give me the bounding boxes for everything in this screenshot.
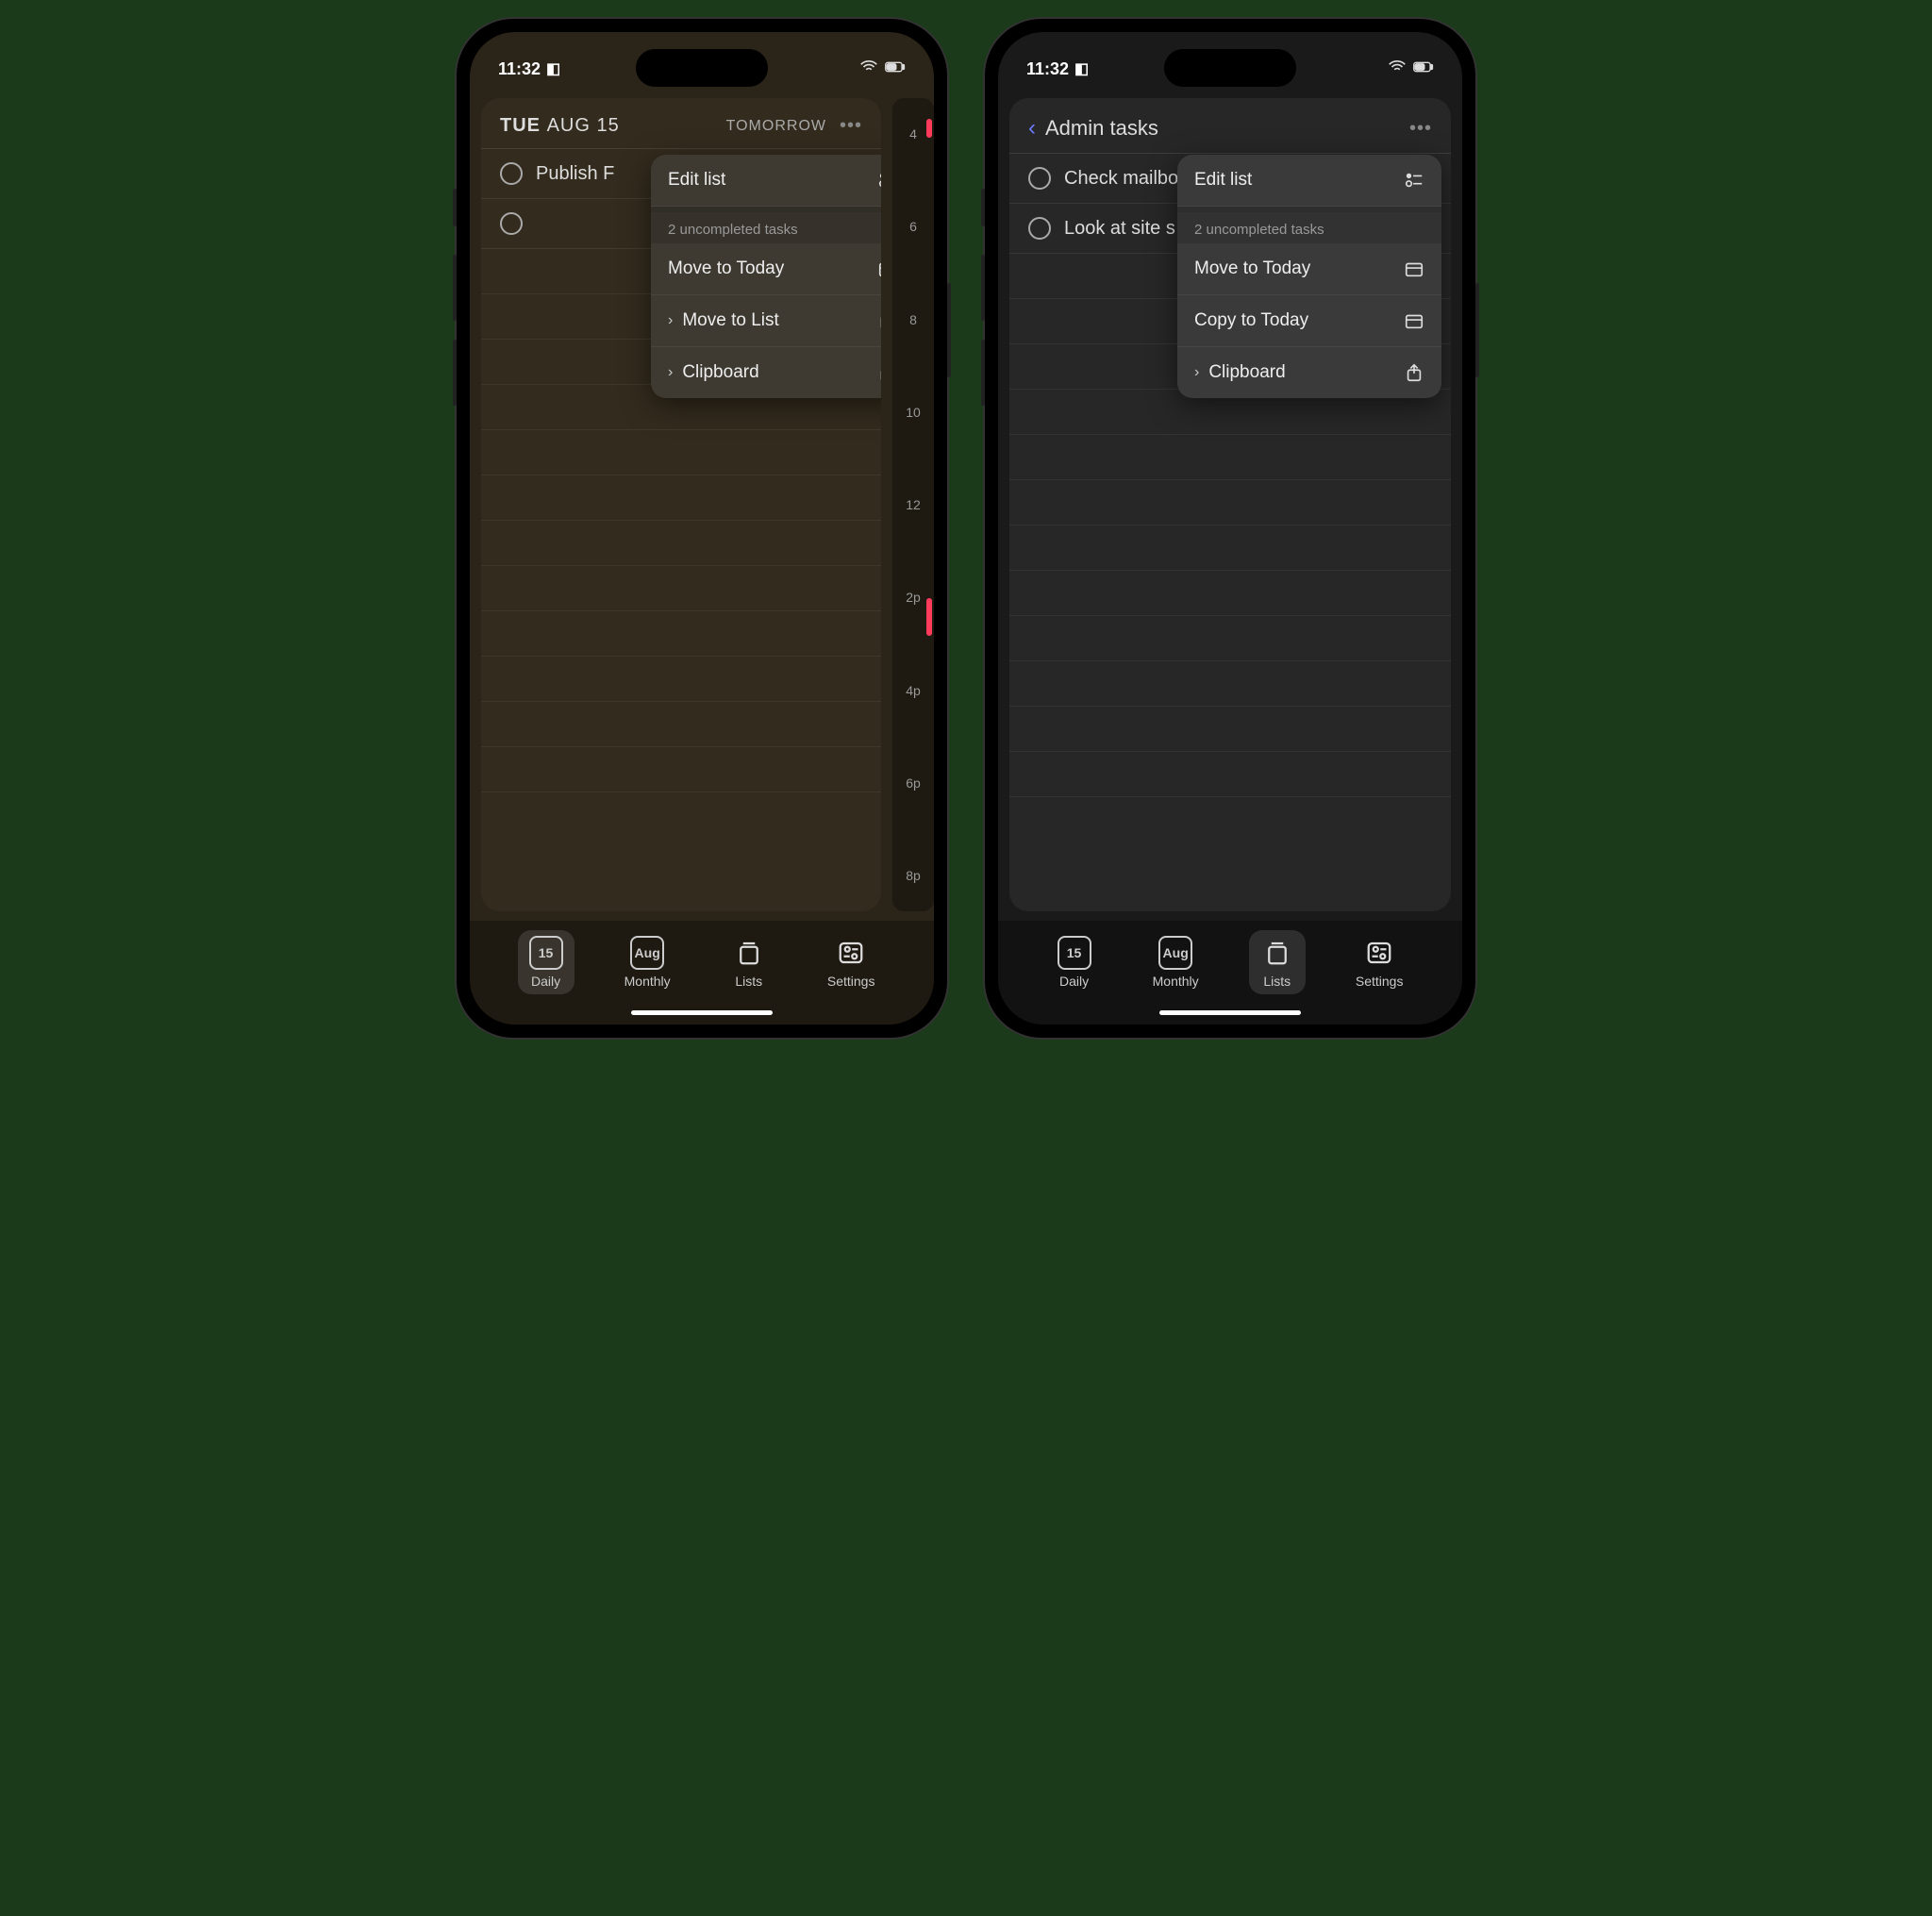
tomorrow-label[interactable]: TOMORROW [726,118,826,135]
task-checkbox[interactable] [1028,167,1051,190]
edit-list-icon [1404,170,1424,191]
more-icon[interactable]: ••• [840,115,862,137]
menu-edit-list[interactable]: Edit list [1177,155,1441,207]
context-menu: Edit list 2 uncompleted tasks Move to To… [1177,155,1441,398]
date-header: TUE AUG 15 [500,115,620,137]
power-button [947,283,951,377]
calendar-day-icon: 15 [529,936,563,970]
timeline-hour: 6p [892,775,934,791]
timeline-hour: 8p [892,868,934,883]
tab-monthly[interactable]: Aug Monthly [1141,930,1210,994]
status-time: 11:32 [498,59,541,79]
status-time: 11:32 [1026,59,1069,79]
dynamic-island [636,49,768,87]
tab-lists[interactable]: Lists [721,930,777,994]
phone-frame-right: 11:32 ◧ ‹ Admin tasks ••• [985,19,1475,1038]
timeline-hour: 4p [892,683,934,698]
today-icon [1404,258,1424,279]
timeline-hour: 12 [892,497,934,512]
more-icon[interactable]: ••• [1409,118,1432,140]
bookmark-icon: ◧ [1074,59,1089,78]
share-icon [877,362,881,383]
wifi-icon [1387,57,1407,82]
menu-copy-today[interactable]: Copy to Today [1177,295,1441,347]
phone-frame-left: 11:32 ◧ TUE AUG 15 TOMORROW [457,19,947,1038]
battery-icon [885,57,906,82]
chevron-right-icon: › [668,312,673,329]
home-indicator[interactable] [631,1010,773,1015]
settings-icon [834,936,868,970]
chevron-right-icon: › [668,364,673,381]
task-checkbox[interactable] [500,212,523,235]
settings-icon [1362,936,1396,970]
task-checkbox[interactable] [1028,217,1051,240]
task-label: Look at site s [1064,218,1175,240]
menu-move-list[interactable]: › Move to List [651,295,881,347]
calendar-month-icon: Aug [1158,936,1192,970]
menu-subheader: 2 uncompleted tasks [1177,212,1441,243]
calendar-day-icon: 15 [1058,936,1091,970]
volume-button [981,189,985,226]
tab-bar: 15 Daily Aug Monthly Lists Settings [998,921,1462,1025]
timeline-hour: 6 [892,219,934,234]
menu-clipboard[interactable]: › Clipboard [1177,347,1441,398]
back-chevron-icon[interactable]: ‹ [1028,115,1036,142]
event-marker-icon [926,598,932,636]
menu-move-today[interactable]: Move to Today [1177,243,1441,295]
bookmark-icon: ◧ [546,59,560,78]
menu-edit-list[interactable]: Edit list [651,155,881,207]
timeline-hour: 10 [892,405,934,420]
task-label: Check mailbo [1064,168,1178,190]
lists-icon [1260,936,1294,970]
today-icon [1404,310,1424,331]
volume-button [453,340,457,406]
edit-list-icon [877,170,881,191]
tab-lists[interactable]: Lists [1249,930,1306,994]
timeline-hour: 8 [892,312,934,327]
list-card: ‹ Admin tasks ••• Check mailbo Look at s… [1009,98,1451,911]
list-icon [877,310,881,331]
calendar-month-icon: Aug [630,936,664,970]
timeline-sidebar[interactable]: 4 6 8 10 12 2p 4p 6p 8p [892,98,934,911]
menu-clipboard[interactable]: › Clipboard [651,347,881,398]
context-menu: Edit list 2 uncompleted tasks Move to To… [651,155,881,398]
power-button [1475,283,1479,377]
tab-daily[interactable]: 15 Daily [1046,930,1103,994]
menu-move-today[interactable]: Move to Today [651,243,881,295]
tab-monthly[interactable]: Aug Monthly [613,930,682,994]
volume-button [981,340,985,406]
lists-icon [732,936,766,970]
share-icon [1404,362,1424,383]
volume-button [453,189,457,226]
tab-settings[interactable]: Settings [1344,930,1415,994]
tab-bar: 15 Daily Aug Monthly Lists Settings [470,921,934,1025]
chevron-right-icon: › [1194,364,1199,381]
tab-daily[interactable]: 15 Daily [518,930,575,994]
menu-subheader: 2 uncompleted tasks [651,212,881,243]
wifi-icon [858,57,879,82]
now-marker-icon [926,119,932,138]
list-title: Admin tasks [1045,116,1158,141]
today-icon [877,258,881,279]
task-label: Publish F [536,163,614,185]
battery-icon [1413,57,1434,82]
volume-button [981,255,985,321]
task-checkbox[interactable] [500,162,523,185]
daily-card: TUE AUG 15 TOMORROW ••• Publish F [481,98,881,911]
volume-button [453,255,457,321]
tab-settings[interactable]: Settings [816,930,887,994]
home-indicator[interactable] [1159,1010,1301,1015]
dynamic-island [1164,49,1296,87]
